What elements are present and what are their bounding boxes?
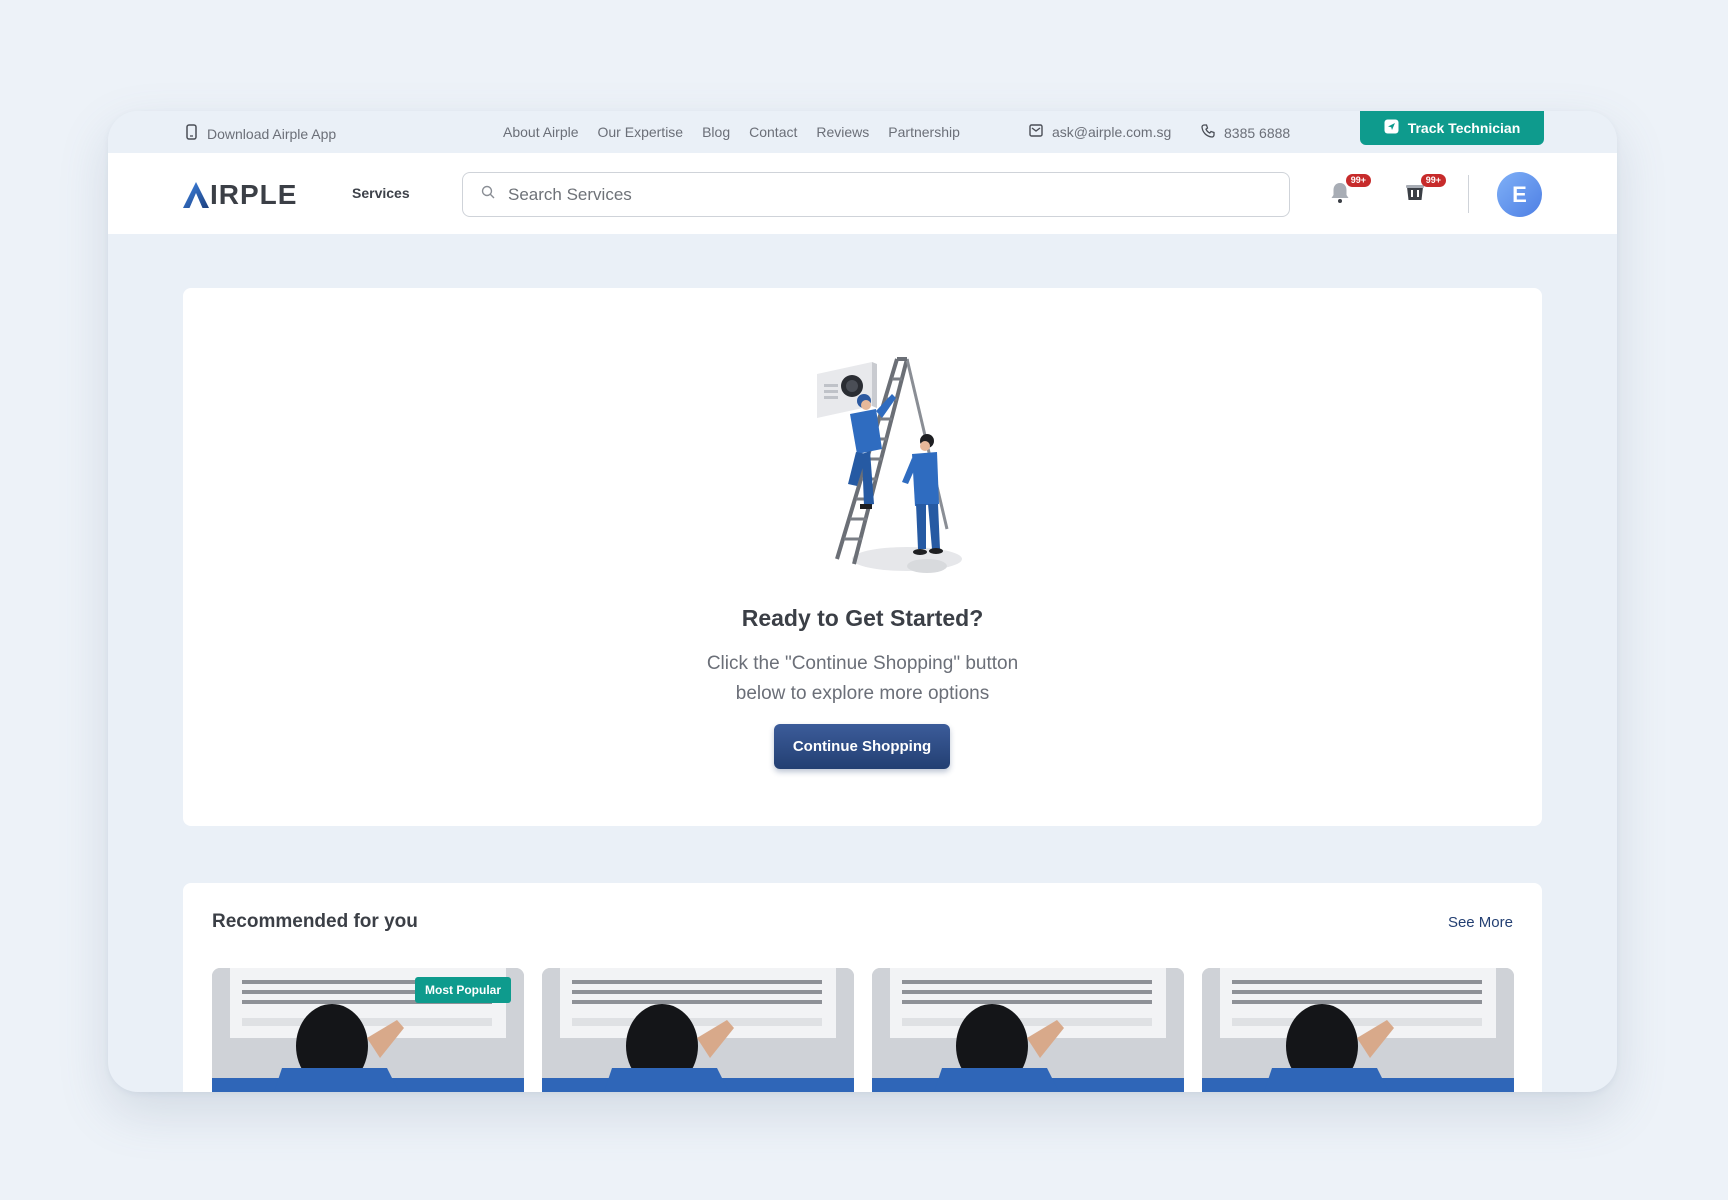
continue-shopping-button[interactable]: Continue Shopping <box>774 724 950 769</box>
subtitle-line-1: Click the "Continue Shopping" button <box>706 653 1019 674</box>
link-blog[interactable]: Blog <box>702 124 730 140</box>
track-technician-button[interactable]: Track Technician <box>1360 111 1544 145</box>
empty-state-title: Ready to Get Started? <box>741 605 984 631</box>
phone-call-icon <box>1201 124 1215 141</box>
link-contact[interactable]: Contact <box>749 124 797 140</box>
product-card[interactable] <box>872 968 1184 1092</box>
aircon-service-image <box>872 968 1184 1092</box>
navigation-icon <box>1384 119 1399 137</box>
product-card[interactable]: Most Popular <box>212 968 524 1092</box>
empty-state-subtitle: Click the "Continue Shopping" button bel… <box>183 649 1542 709</box>
phone-link[interactable]: 8385 6888 <box>1201 124 1290 141</box>
recommended-section: Recommended for you See More Most Popula… <box>183 883 1542 1092</box>
services-menu[interactable]: Services <box>352 185 410 201</box>
cart-button[interactable]: 99+ <box>1404 174 1446 210</box>
aircon-service-image <box>1202 968 1514 1092</box>
top-links: About Airple Our Expertise Blog Contact … <box>503 124 960 140</box>
notifications-button[interactable]: 99+ <box>1329 174 1371 210</box>
email-link[interactable]: ask@airple.com.sg <box>1029 124 1171 140</box>
see-more-link[interactable]: See More <box>1448 914 1513 931</box>
recommended-title: Recommended for you <box>212 911 418 932</box>
app-window: Download Airple App About Airple Our Exp… <box>108 111 1617 1092</box>
mail-icon <box>1029 124 1043 140</box>
aircon-service-image <box>542 968 854 1092</box>
user-avatar[interactable]: E <box>1497 172 1542 217</box>
download-app-label: Download Airple App <box>207 125 337 142</box>
link-about[interactable]: About Airple <box>503 124 579 140</box>
logo-text: IRPLE <box>210 179 298 210</box>
link-expertise[interactable]: Our Expertise <box>598 124 684 140</box>
email-text: ask@airple.com.sg <box>1052 124 1172 140</box>
search-bar[interactable] <box>462 172 1290 217</box>
search-icon <box>481 185 495 204</box>
link-reviews[interactable]: Reviews <box>816 124 869 140</box>
search-input[interactable] <box>508 184 1268 205</box>
phone-text: 8385 6888 <box>1224 124 1291 141</box>
download-app-link[interactable]: Download Airple App <box>186 124 336 143</box>
bell-icon <box>1329 183 1351 210</box>
nav-divider <box>1468 175 1469 213</box>
subtitle-line-2: below to explore more options <box>735 683 990 704</box>
airple-logo[interactable]: IRPLE <box>182 179 297 209</box>
track-technician-label: Track Technician <box>1407 120 1521 136</box>
empty-cart-card: Ready to Get Started? Click the "Continu… <box>183 288 1542 826</box>
top-utility-bar: Download Airple App About Airple Our Exp… <box>108 111 1617 153</box>
product-card[interactable] <box>1202 968 1514 1092</box>
cart-icon <box>1404 185 1426 210</box>
product-card[interactable] <box>542 968 854 1092</box>
main-navbar: IRPLE Services 99+ 99+ E <box>108 153 1617 234</box>
logo-a-mark <box>183 182 209 208</box>
notifications-badge: 99+ <box>1345 174 1371 187</box>
phone-icon <box>186 124 197 143</box>
cart-badge: 99+ <box>1420 174 1446 187</box>
technician-illustration <box>817 357 962 573</box>
most-popular-tag: Most Popular <box>415 977 512 1003</box>
link-partnership[interactable]: Partnership <box>888 124 960 140</box>
